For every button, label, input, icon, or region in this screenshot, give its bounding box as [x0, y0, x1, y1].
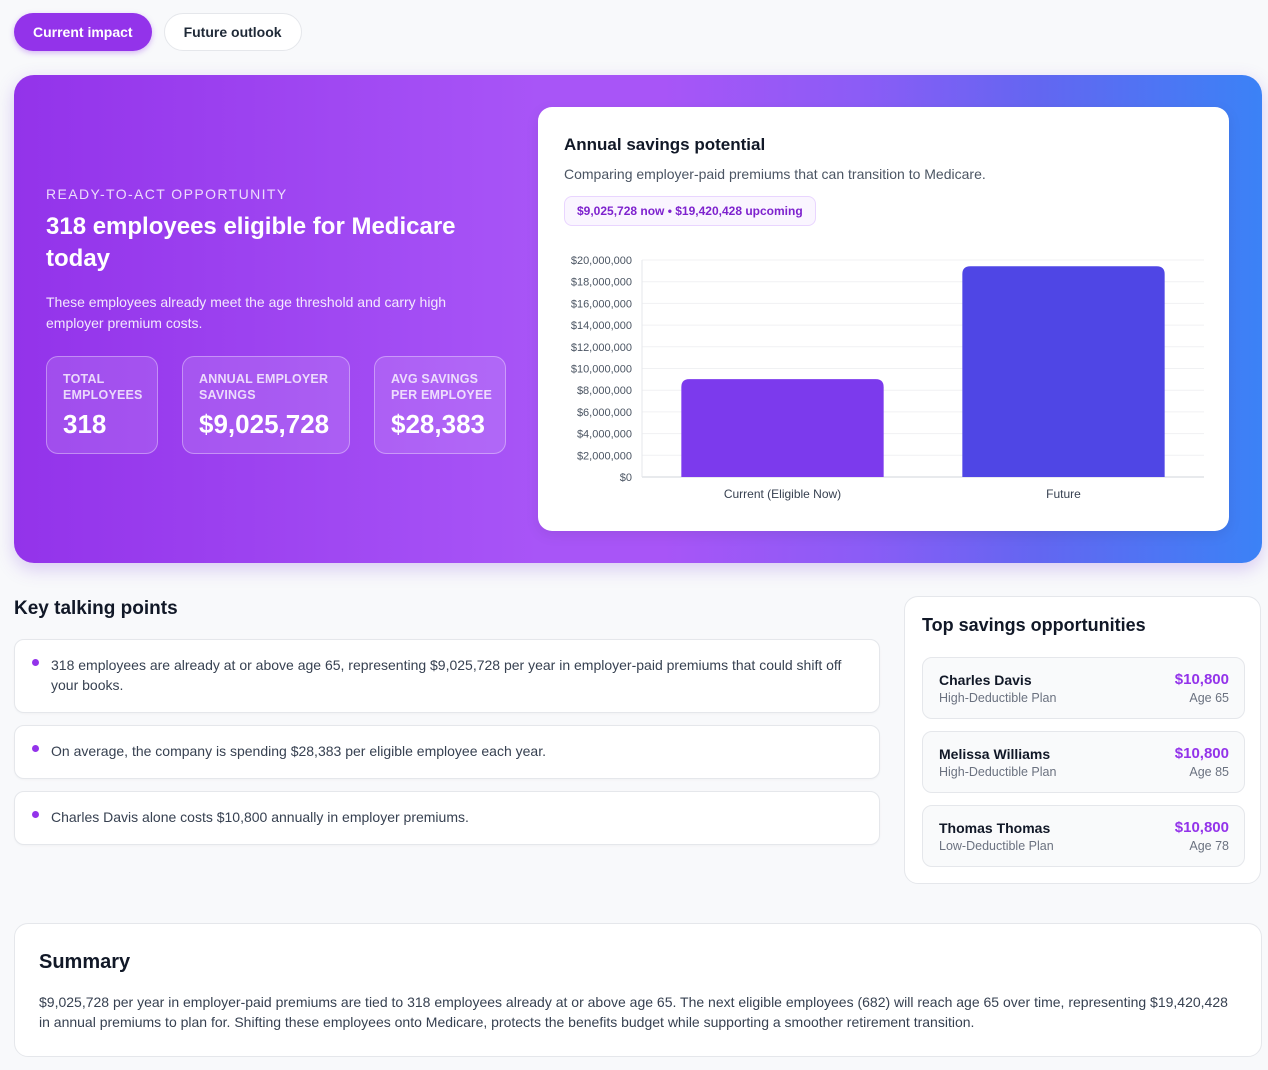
stat-label: TOTAL EMPLOYEES [63, 372, 143, 402]
savings-amount: $10,800 [1174, 745, 1229, 762]
y-tick-label: $12,000,000 [571, 342, 632, 354]
employee-plan: Low-Deductible Plan [939, 839, 1054, 853]
tab-current-impact[interactable]: Current impact [14, 13, 152, 51]
stat-total-employees: TOTAL EMPLOYEES 318 [46, 356, 158, 454]
stat-value: 318 [63, 409, 107, 439]
y-tick-label: $2,000,000 [577, 450, 632, 462]
summary-text: $9,025,728 per year in employer-paid pre… [39, 994, 1228, 1030]
x-tick-label: Current (Eligible Now) [724, 487, 841, 501]
savings-amount: $10,800 [1174, 819, 1229, 836]
x-tick-label: Future [1046, 487, 1081, 501]
talking-point: 318 employees are already at or above ag… [14, 639, 880, 713]
talking-point: On average, the company is spending $28,… [14, 725, 880, 779]
employee-age: Age 85 [1189, 765, 1229, 779]
y-tick-label: $20,000,000 [571, 255, 632, 267]
bar [681, 379, 884, 477]
bullet-dot [32, 659, 39, 666]
stat-value: $28,383 [391, 409, 485, 439]
summary-card: Summary $9,025,728 per year in employer-… [14, 923, 1262, 1057]
y-tick-label: $16,000,000 [571, 298, 632, 310]
bullet-dot [32, 811, 39, 818]
top-savings-title: Top savings opportunities [922, 615, 1146, 635]
employee-plan: High-Deductible Plan [939, 765, 1057, 779]
y-tick-label: $0 [620, 472, 632, 484]
bullet-dot [32, 745, 39, 752]
top-savings-card: Top savings opportunities Charles Davis … [904, 596, 1261, 884]
bar-chart: $0 $2,000,000 $4,000,000 $6,000,000 $8,000,0… [571, 255, 1204, 501]
y-tick-label: $10,000,000 [571, 364, 632, 376]
y-tick-label: $18,000,000 [571, 277, 632, 289]
summary-title: Summary [39, 951, 131, 973]
employee-age: Age 78 [1189, 839, 1229, 853]
bar [962, 266, 1165, 477]
opportunity-item[interactable]: Melissa Williams High-Deductible Plan $1… [922, 731, 1245, 793]
employee-age: Age 65 [1189, 691, 1229, 705]
stat-annual-savings: ANNUAL EMPLOYER SAVINGS $9,025,728 [182, 356, 350, 454]
y-tick-label: $4,000,000 [577, 429, 632, 441]
stat-label: AVG SAVINGS PER EMPLOYEE [391, 372, 493, 402]
y-tick-label: $14,000,000 [571, 320, 632, 332]
y-tick-label: $6,000,000 [577, 407, 632, 419]
talking-point-text: On average, the company is spending $28,… [51, 743, 546, 759]
hero-eyebrow: READY-TO-ACT OPPORTUNITY [46, 186, 288, 202]
view-tabs: Current impact Future outlook [14, 13, 302, 51]
y-tick-label: $8,000,000 [577, 385, 632, 397]
hero-title: 318 employees eligible for Medicare toda… [46, 213, 456, 272]
talking-points-title: Key talking points [14, 598, 178, 619]
savings-amount: $10,800 [1174, 671, 1229, 688]
talking-point-text: Charles Davis alone costs $10,800 annual… [51, 809, 469, 825]
savings-chart-card: Annual savings potential Comparing emplo… [538, 107, 1229, 531]
stat-label: ANNUAL EMPLOYER SAVINGS [199, 372, 329, 402]
talking-point-text: 318 employees are already at or above ag… [51, 657, 842, 693]
employee-plan: High-Deductible Plan [939, 691, 1057, 705]
stat-value: $9,025,728 [199, 409, 330, 439]
employee-name: Thomas Thomas [939, 820, 1051, 836]
hero-banner: READY-TO-ACT OPPORTUNITY 318 employees e… [14, 75, 1262, 563]
opportunity-item[interactable]: Charles Davis High-Deductible Plan $10,8… [922, 657, 1245, 719]
stat-avg-savings: AVG SAVINGS PER EMPLOYEE $28,383 [374, 356, 506, 454]
employee-name: Melissa Williams [939, 746, 1051, 762]
employee-name: Charles Davis [939, 672, 1032, 688]
talking-point: Charles Davis alone costs $10,800 annual… [14, 791, 880, 845]
tab-future-outlook[interactable]: Future outlook [163, 13, 302, 51]
opportunity-item[interactable]: Thomas Thomas Low-Deductible Plan $10,80… [922, 805, 1245, 867]
hero-description: These employees already meet the age thr… [46, 294, 447, 331]
